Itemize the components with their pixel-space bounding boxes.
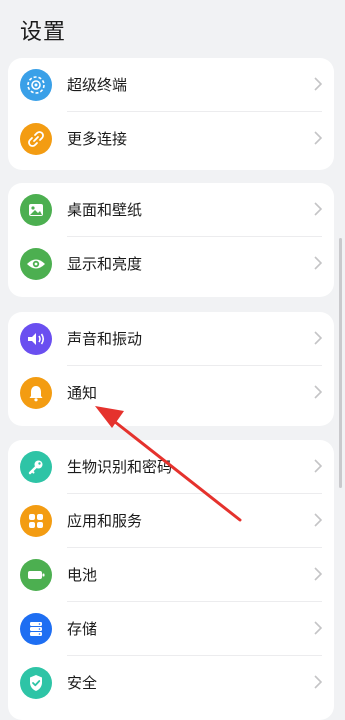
super-device-icon: [20, 69, 52, 101]
settings-item-storage[interactable]: 存储: [8, 602, 334, 656]
settings-item-label: 通知: [67, 384, 98, 402]
settings-group-sound: 声音和振动 通知: [8, 312, 334, 426]
settings-item-label: 桌面和壁纸: [67, 201, 143, 219]
settings-group-display: 桌面和壁纸 显示和亮度: [8, 183, 334, 297]
link-icon: [20, 123, 52, 155]
key-icon: [20, 451, 52, 483]
settings-item-label: 安全: [67, 674, 98, 692]
settings-item-notifications[interactable]: 通知: [8, 366, 334, 420]
wallpaper-icon: [20, 194, 52, 226]
settings-item-label: 应用和服务: [67, 512, 143, 530]
battery-icon: [20, 559, 52, 591]
settings-item-label: 生物识别和密码: [67, 458, 173, 476]
settings-item-label: 电池: [67, 566, 98, 584]
scrollbar[interactable]: [339, 238, 342, 488]
settings-item-label: 超级终端: [67, 76, 128, 94]
chevron-right-icon: [314, 385, 322, 399]
settings-item-label: 显示和亮度: [67, 255, 143, 273]
chevron-right-icon: [314, 131, 322, 145]
chevron-right-icon: [314, 331, 322, 345]
settings-item-label: 声音和振动: [67, 330, 143, 348]
settings-item-wallpaper[interactable]: 桌面和壁纸: [8, 183, 334, 237]
page-title: 设置: [20, 20, 67, 45]
settings-group-system: 生物识别和密码 应用和服务 电池 存储 安全: [8, 440, 334, 720]
apps-icon: [20, 505, 52, 537]
settings-item-biometrics[interactable]: 生物识别和密码: [8, 440, 334, 494]
bell-icon: [20, 377, 52, 409]
chevron-right-icon: [314, 256, 322, 270]
chevron-right-icon: [314, 621, 322, 635]
settings-item-apps[interactable]: 应用和服务: [8, 494, 334, 548]
settings-group-connectivity: 超级终端 更多连接: [8, 58, 334, 170]
settings-item-more-connections[interactable]: 更多连接: [8, 112, 334, 166]
chevron-right-icon: [314, 513, 322, 527]
speaker-icon: [20, 323, 52, 355]
shield-icon: [20, 667, 52, 699]
settings-item-sound[interactable]: 声音和振动: [8, 312, 334, 366]
settings-item-display[interactable]: 显示和亮度: [8, 237, 334, 291]
settings-item-security[interactable]: 安全: [8, 656, 334, 710]
chevron-right-icon: [314, 675, 322, 689]
settings-item-super-device[interactable]: 超级终端: [8, 58, 334, 112]
settings-item-label: 存储: [67, 620, 98, 638]
eye-icon: [20, 248, 52, 280]
chevron-right-icon: [314, 567, 322, 581]
settings-item-battery[interactable]: 电池: [8, 548, 334, 602]
chevron-right-icon: [314, 77, 322, 91]
chevron-right-icon: [314, 459, 322, 473]
chevron-right-icon: [314, 202, 322, 216]
storage-icon: [20, 613, 52, 645]
settings-item-label: 更多连接: [67, 130, 128, 148]
